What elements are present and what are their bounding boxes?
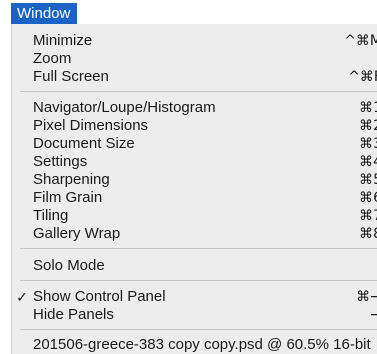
menu-item-pixel-dimensions[interactable]: Pixel Dimensions ⌘2 bbox=[12, 117, 377, 135]
menu-item-shortcut: ⌘4 bbox=[359, 154, 377, 170]
menu-item-open-document[interactable]: 201506-greece-383 copy copy.psd @ 60.5% … bbox=[12, 336, 377, 354]
menu-item-label: Solo Mode bbox=[33, 257, 105, 274]
menu-separator bbox=[20, 280, 377, 281]
menu-item-label: Gallery Wrap bbox=[33, 225, 121, 242]
checkmark-icon: ✓ bbox=[16, 289, 28, 305]
menu-item-shortcut: ⌘→ bbox=[356, 289, 377, 305]
menu-item-shortcut: ⌘2 bbox=[359, 118, 377, 134]
menu-item-label: Show Control Panel bbox=[33, 288, 166, 305]
menu-item-shortcut: ⌘5 bbox=[359, 172, 377, 188]
menu-item-full-screen[interactable]: Full Screen ^⌘F bbox=[12, 68, 377, 86]
menu-item-navigator-loupe-histogram[interactable]: Navigator/Loupe/Histogram ⌘1 bbox=[12, 99, 377, 117]
menu-item-shortcut: ⌘8 bbox=[359, 226, 377, 242]
menu-item-label: Hide Panels bbox=[33, 306, 114, 323]
menu-item-shortcut: ^⌘F bbox=[348, 69, 377, 85]
window-menu-title[interactable]: Window bbox=[11, 3, 78, 24]
menu-item-shortcut: ⌘3 bbox=[359, 136, 377, 152]
menu-bar: Window bbox=[0, 0, 377, 24]
menu-item-label: Document Size bbox=[33, 135, 135, 152]
menu-item-label: Zoom bbox=[33, 50, 72, 67]
menu-item-solo-mode[interactable]: Solo Mode bbox=[12, 257, 377, 275]
menu-separator bbox=[20, 329, 377, 330]
menu-item-minimize[interactable]: Minimize ^⌘M bbox=[12, 32, 377, 50]
menu-item-shortcut: ⌘7 bbox=[359, 208, 377, 224]
menu-separator bbox=[20, 91, 377, 92]
menu-item-shortcut: → bbox=[322, 306, 377, 324]
menu-item-label: Film Grain bbox=[33, 189, 103, 206]
menu-item-label: Pixel Dimensions bbox=[33, 117, 149, 134]
menu-item-label: Tiling bbox=[33, 207, 69, 224]
menu-item-sharpening[interactable]: Sharpening ⌘5 bbox=[12, 171, 377, 189]
menu-separator bbox=[20, 248, 377, 249]
menu-item-label: Minimize bbox=[33, 32, 93, 49]
menu-item-label: Navigator/Loupe/Histogram bbox=[33, 99, 216, 116]
menu-item-film-grain[interactable]: Film Grain ⌘6 bbox=[12, 189, 377, 207]
menu-item-document-size[interactable]: Document Size ⌘3 bbox=[12, 135, 377, 153]
menu-item-label: 201506-greece-383 copy copy.psd @ 60.5% … bbox=[33, 336, 371, 353]
menu-item-gallery-wrap[interactable]: Gallery Wrap ⌘8 bbox=[12, 225, 377, 243]
menu-item-label: Settings bbox=[33, 153, 88, 170]
window-menu-dropdown: Minimize ^⌘M Zoom Full Screen ^⌘F Naviga… bbox=[11, 24, 377, 354]
menu-item-label: Full Screen bbox=[33, 68, 109, 85]
menu-item-hide-panels[interactable]: Hide Panels → bbox=[12, 306, 377, 324]
menu-item-settings[interactable]: Settings ⌘4 bbox=[12, 153, 377, 171]
menu-item-show-control-panel[interactable]: ✓ Show Control Panel ⌘→ bbox=[12, 288, 377, 306]
menu-item-shortcut: ⌘1 bbox=[359, 100, 377, 116]
menu-item-shortcut: ^⌘M bbox=[344, 33, 377, 49]
menu-item-label: Sharpening bbox=[33, 171, 110, 188]
menu-item-zoom[interactable]: Zoom bbox=[12, 50, 377, 68]
menu-item-shortcut: ⌘6 bbox=[359, 190, 377, 206]
menu-item-tiling[interactable]: Tiling ⌘7 bbox=[12, 207, 377, 225]
